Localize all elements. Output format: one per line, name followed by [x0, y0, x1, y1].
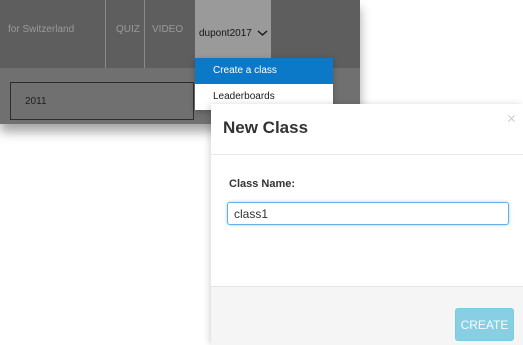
class-name-label: Class Name:	[229, 178, 296, 190]
user-dropdown-menu: Create a class Leaderboards	[195, 58, 333, 110]
nav-link-video[interactable]: VIDEO	[152, 24, 183, 35]
modal-footer: CREATE	[211, 286, 523, 345]
nav-divider	[144, 0, 145, 68]
close-icon[interactable]	[507, 114, 517, 124]
nav-link-quiz[interactable]: QUIZ	[116, 24, 140, 35]
modal-title: New Class	[223, 118, 309, 137]
site-title: for Switzerland	[8, 24, 75, 35]
class-name-input[interactable]	[227, 202, 509, 225]
new-class-modal: New Class Class Name: CREATE	[211, 104, 523, 345]
year-field[interactable]: 2011	[10, 82, 194, 120]
chevron-down-icon	[257, 30, 268, 36]
menu-item-label: Create a class	[213, 65, 277, 76]
nav-divider	[105, 0, 106, 68]
menu-item-create-class[interactable]: Create a class	[195, 58, 333, 84]
year-value: 2011	[25, 96, 47, 107]
username-label: dupont2017	[199, 28, 252, 39]
create-button[interactable]: CREATE	[455, 308, 514, 341]
modal-header: New Class	[211, 104, 523, 155]
menu-item-label: Leaderboards	[213, 91, 275, 102]
